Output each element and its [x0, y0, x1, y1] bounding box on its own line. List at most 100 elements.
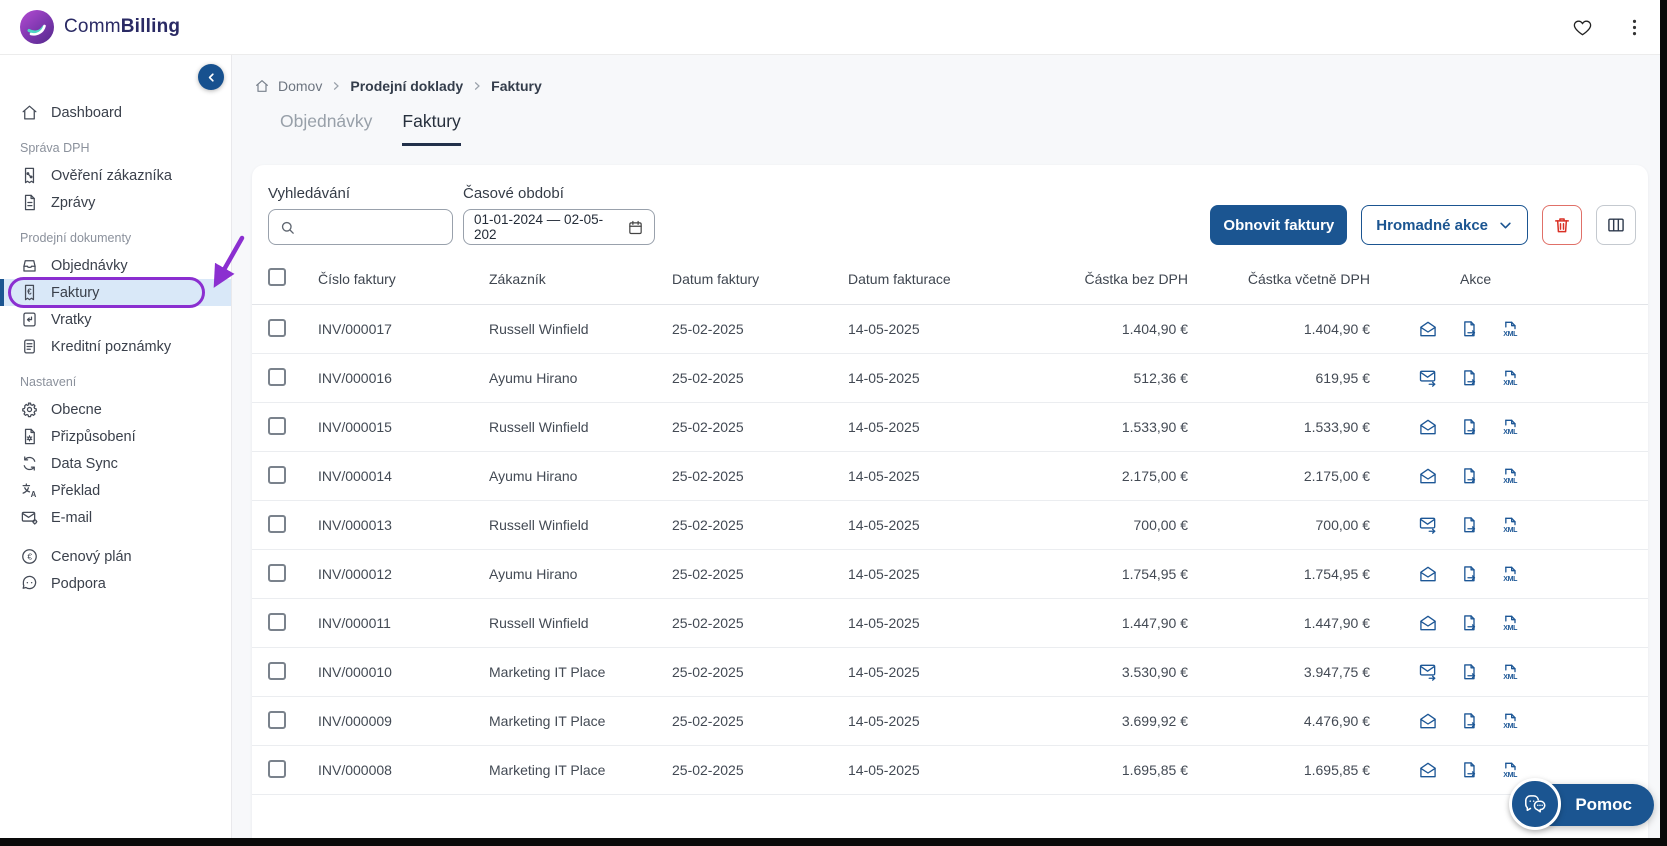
brand-name: CommBilling: [64, 16, 180, 38]
download-xml-icon[interactable]: XML: [1500, 417, 1520, 437]
return-icon: [20, 310, 39, 329]
date-range-input[interactable]: 01-01-2024 — 02-05-202: [463, 209, 655, 245]
col-header-invoice-date: Datum faktury: [672, 271, 848, 287]
chevron-down-icon: [1498, 218, 1513, 233]
sidebar-item-zpravy[interactable]: Zprávy: [0, 189, 231, 216]
invoice-date-cell: 25-02-2025: [672, 615, 848, 631]
row-checkbox[interactable]: [268, 515, 286, 533]
filter-toolbar: Vyhledávání Časové období 01-01-2024 — 0…: [252, 165, 1648, 253]
mail-send-icon[interactable]: [1418, 368, 1438, 388]
mail-open-icon[interactable]: [1418, 613, 1438, 633]
svg-text:A: A: [31, 490, 37, 499]
sidebar-item-vratky[interactable]: Vratky: [0, 306, 231, 333]
download-xml-icon[interactable]: XML: [1500, 711, 1520, 731]
row-checkbox[interactable]: [268, 662, 286, 680]
bulk-actions-button[interactable]: Hromadné akce: [1361, 205, 1528, 245]
billing-date-cell: 14-05-2025: [848, 370, 1078, 386]
sidebar-item-faktury[interactable]: €Faktury: [0, 279, 231, 306]
svg-text:€: €: [27, 287, 32, 296]
mail-send-icon[interactable]: [1418, 515, 1438, 535]
mail-open-icon[interactable]: [1418, 760, 1438, 780]
commbilling-logo: CommBilling: [20, 10, 180, 44]
chevron-right-icon: [471, 80, 483, 92]
sidebar-item-prizpusobeni[interactable]: Přizpůsobení: [0, 423, 231, 450]
billing-date-cell: 14-05-2025: [848, 713, 1078, 729]
download-xml-icon[interactable]: XML: [1500, 368, 1520, 388]
svg-text:XML: XML: [1503, 673, 1518, 681]
row-checkbox[interactable]: [268, 368, 286, 386]
row-actions: XML: [1370, 368, 1632, 388]
help-button[interactable]: Pomoc: [1513, 784, 1654, 826]
table-header: Číslo faktury Zákazník Datum faktury Dat…: [252, 253, 1648, 305]
mail-open-icon[interactable]: [1418, 319, 1438, 339]
search-input[interactable]: [303, 219, 442, 235]
tab-faktury[interactable]: Faktury: [402, 111, 460, 146]
row-checkbox[interactable]: [268, 417, 286, 435]
invoice-number-cell: INV/000015: [318, 419, 489, 435]
mail-open-icon[interactable]: [1418, 564, 1438, 584]
row-checkbox[interactable]: [268, 466, 286, 484]
row-actions: XML: [1370, 564, 1632, 584]
export-document-icon[interactable]: [1459, 760, 1479, 780]
download-xml-icon[interactable]: XML: [1500, 760, 1520, 780]
sidebar-item-kreditni-poznamky[interactable]: Kreditní poznámky: [0, 333, 231, 360]
columns-button[interactable]: [1596, 205, 1636, 245]
download-xml-icon[interactable]: XML: [1500, 515, 1520, 535]
sidebar-item-dashboard[interactable]: Dashboard: [0, 99, 231, 126]
row-checkbox[interactable]: [268, 711, 286, 729]
sidebar-collapse-button[interactable]: [198, 64, 224, 90]
export-document-icon[interactable]: [1459, 319, 1479, 339]
download-xml-icon[interactable]: XML: [1500, 466, 1520, 486]
breadcrumb: Domov Prodejní doklady Faktury: [232, 55, 1660, 97]
customer-cell: Russell Winfield: [489, 615, 672, 631]
export-document-icon[interactable]: [1459, 515, 1479, 535]
favorites-heart-icon[interactable]: [1570, 15, 1594, 39]
invoice-row: INV/000008 Marketing IT Place 25-02-2025…: [252, 746, 1648, 795]
download-xml-icon[interactable]: XML: [1500, 564, 1520, 584]
delete-button[interactable]: [1542, 205, 1582, 245]
amount-gross-cell: 1.533,90 €: [1188, 419, 1370, 435]
brand-logo-icon: [20, 10, 54, 44]
export-document-icon[interactable]: [1459, 613, 1479, 633]
amount-net-cell: 2.175,00 €: [1078, 468, 1188, 484]
row-checkbox[interactable]: [268, 760, 286, 778]
row-checkbox[interactable]: [268, 613, 286, 631]
row-checkbox[interactable]: [268, 319, 286, 337]
sidebar-item-label: Objednávky: [51, 258, 128, 274]
breadcrumb-domov[interactable]: Domov: [278, 78, 322, 94]
export-document-icon[interactable]: [1459, 417, 1479, 437]
refresh-invoices-button[interactable]: Obnovit faktury: [1210, 205, 1347, 245]
tab-objednavky[interactable]: Objednávky: [280, 111, 372, 146]
invoice-row: INV/000015 Russell Winfield 25-02-2025 1…: [252, 403, 1648, 452]
sidebar-item-preklad[interactable]: APřeklad: [0, 477, 231, 504]
export-document-icon[interactable]: [1459, 368, 1479, 388]
kebab-menu-icon[interactable]: [1622, 15, 1646, 39]
sidebar-item-data-sync[interactable]: Data Sync: [0, 450, 231, 477]
sidebar-item-obecne[interactable]: Obecne: [0, 396, 231, 423]
export-document-icon[interactable]: [1459, 466, 1479, 486]
customer-cell: Ayumu Hirano: [489, 468, 672, 484]
row-checkbox[interactable]: [268, 564, 286, 582]
mail-open-icon[interactable]: [1418, 417, 1438, 437]
mail-send-icon[interactable]: [1418, 662, 1438, 682]
mail-open-icon[interactable]: [1418, 711, 1438, 731]
export-document-icon[interactable]: [1459, 711, 1479, 731]
note-icon: [20, 337, 39, 356]
download-xml-icon[interactable]: XML: [1500, 613, 1520, 633]
document-icon: [20, 193, 39, 212]
top-bar: CommBilling: [0, 0, 1660, 55]
mail-open-icon[interactable]: [1418, 466, 1438, 486]
sidebar-section-sprava-dph: Správa DPH: [20, 141, 211, 158]
breadcrumb-prodejni-doklady[interactable]: Prodejní doklady: [350, 78, 463, 94]
sidebar-item-podpora[interactable]: Podpora: [0, 570, 231, 597]
sidebar-item-e-mail[interactable]: E-mail: [0, 504, 231, 531]
sidebar-item-cenovy-plan[interactable]: €Cenový plán: [0, 543, 231, 570]
sidebar-item-objednavky[interactable]: Objednávky: [0, 252, 231, 279]
invoice-date-cell: 25-02-2025: [672, 762, 848, 778]
select-all-checkbox[interactable]: [268, 268, 286, 286]
sidebar-item-overeni-zakaznika[interactable]: Ověření zákazníka: [0, 162, 231, 189]
export-document-icon[interactable]: [1459, 662, 1479, 682]
export-document-icon[interactable]: [1459, 564, 1479, 584]
download-xml-icon[interactable]: XML: [1500, 662, 1520, 682]
download-xml-icon[interactable]: XML: [1500, 319, 1520, 339]
